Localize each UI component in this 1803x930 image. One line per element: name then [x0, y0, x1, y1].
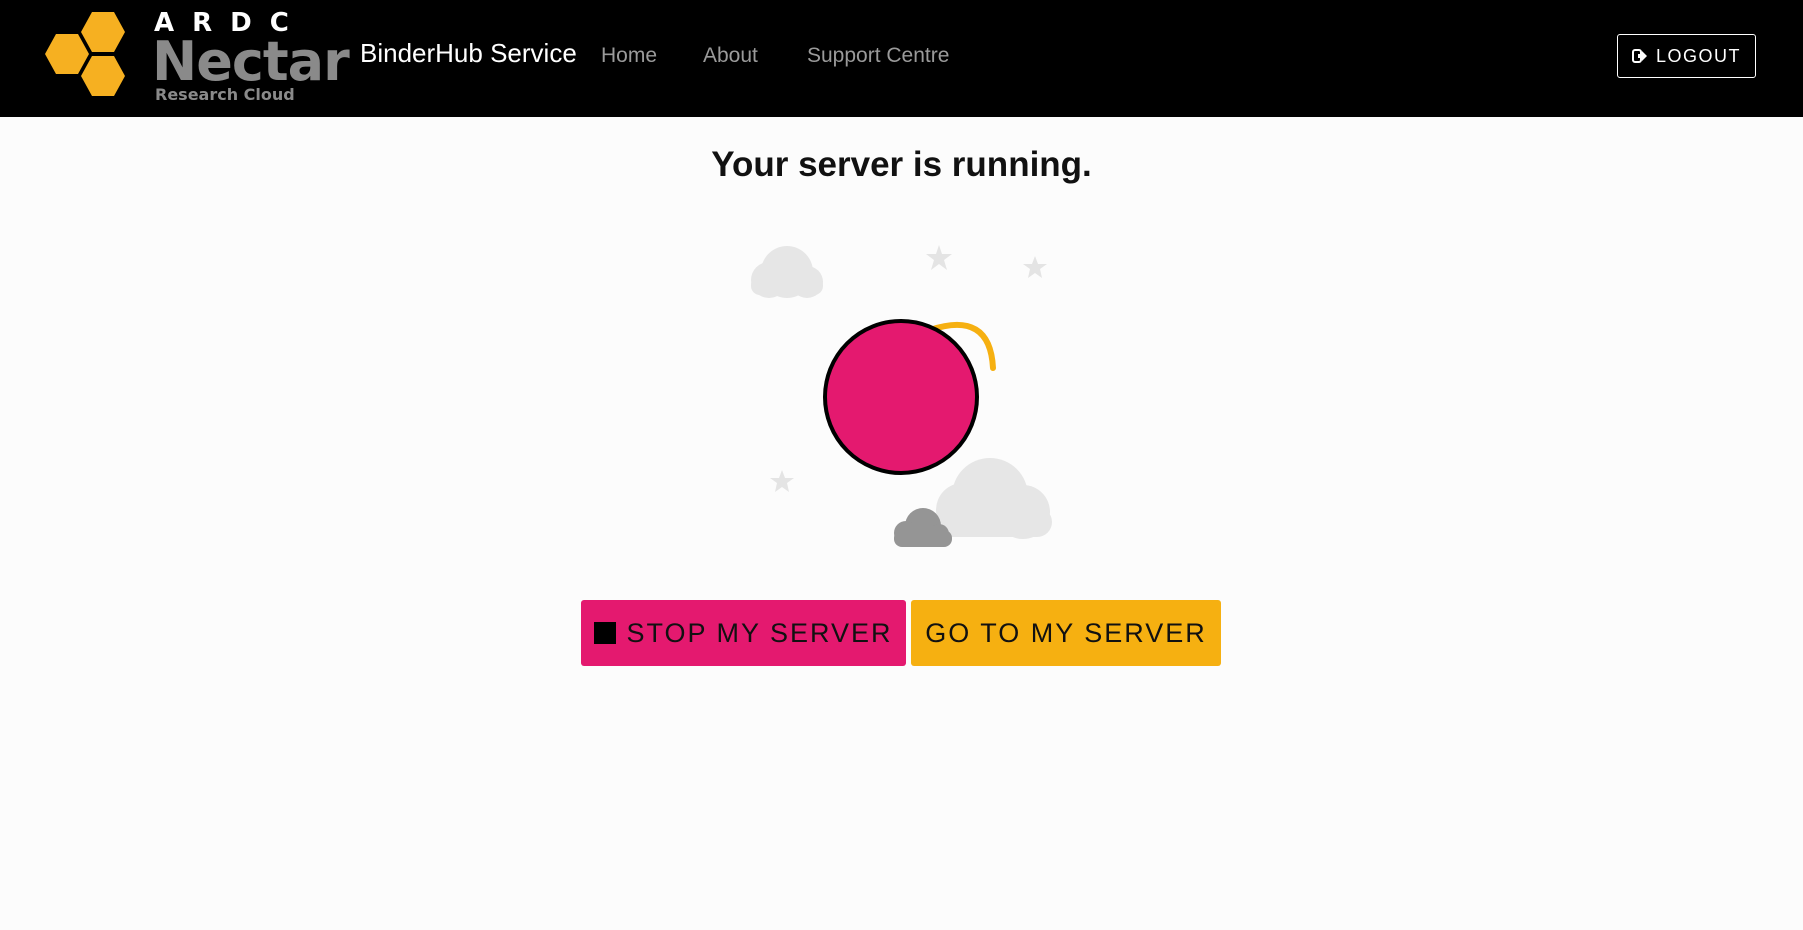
hexagon-logo-icon	[45, 12, 125, 96]
nav-link-about[interactable]: About	[703, 44, 758, 68]
top-navbar: ARDC Nectar Research Cloud BinderHub Ser…	[0, 0, 1803, 117]
logout-label: LOGOUT	[1655, 45, 1741, 66]
stop-server-button[interactable]: STOP MY SERVER	[581, 600, 906, 666]
brand-title[interactable]: BinderHub Service	[360, 38, 577, 69]
nav-link-home[interactable]: Home	[601, 44, 657, 68]
planet-icon	[823, 319, 979, 475]
page-title: Your server is running.	[711, 145, 1092, 184]
large-cloud-icon	[935, 458, 1052, 539]
nectar-logo[interactable]: ARDC Nectar Research Cloud	[44, 8, 350, 108]
server-running-illustration	[751, 245, 1052, 547]
small-grey-cloud-icon	[894, 508, 952, 547]
orbit-arc-icon	[927, 321, 996, 371]
star-icon	[770, 245, 1047, 492]
go-to-server-label: GO TO MY SERVER	[925, 617, 1207, 648]
logout-button[interactable]: LOGOUT	[1617, 34, 1756, 78]
cloud-icon	[751, 246, 823, 298]
go-to-server-button[interactable]: GO TO MY SERVER	[911, 600, 1221, 666]
nav-link-support-centre[interactable]: Support Centre	[807, 44, 949, 68]
sign-out-icon	[1631, 49, 1647, 63]
stop-server-label: STOP MY SERVER	[626, 617, 893, 648]
logo-research-cloud-text: Research Cloud	[155, 85, 295, 104]
logo-nectar-text: Nectar	[152, 30, 350, 93]
stop-square-icon	[594, 622, 617, 644]
